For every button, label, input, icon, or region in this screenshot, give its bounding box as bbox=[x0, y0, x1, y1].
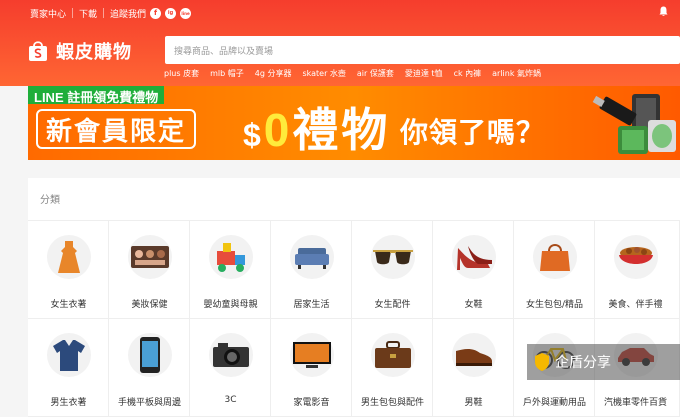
shield-icon bbox=[535, 353, 549, 371]
category-grid: 女生衣著 美妝保健 嬰幼童與母親 居家生活 女生配件 女鞋 女生包包/精品 美食… bbox=[28, 220, 680, 417]
line-icon[interactable]: line bbox=[180, 7, 192, 19]
gift-word: 禮物 bbox=[292, 104, 391, 156]
facebook-icon[interactable]: f bbox=[150, 7, 162, 19]
category-item[interactable]: 女鞋 bbox=[433, 221, 514, 319]
category-item[interactable]: 女生配件 bbox=[352, 221, 433, 319]
category-label: 女鞋 bbox=[464, 300, 483, 310]
category-label: 美妝保健 bbox=[131, 300, 168, 310]
new-member-badge: 新會員限定 bbox=[36, 109, 196, 149]
category-label: 居家生活 bbox=[293, 300, 330, 310]
search-placeholder: 搜尋商品、品牌以及賣場 bbox=[174, 46, 274, 57]
category-label: 手機平板與周邊 bbox=[117, 398, 181, 408]
hot-keyword[interactable]: arlink 氣炸鍋 bbox=[492, 68, 541, 79]
high-heel-icon bbox=[452, 235, 496, 279]
polo-shirt-icon bbox=[47, 333, 91, 377]
smartphone-icon bbox=[128, 333, 172, 377]
dress-icon bbox=[47, 235, 91, 279]
zero-dollar-gift-text: $0禮物 bbox=[243, 94, 390, 160]
category-item[interactable]: 美食、伴手禮 bbox=[595, 221, 680, 319]
promo-banner[interactable]: LINE 註冊領免費禮物 新會員限定 $0禮物 你領了嗎？ bbox=[28, 86, 680, 160]
category-label: 戶外與運動用品 bbox=[522, 398, 586, 408]
category-item[interactable]: 男鞋 bbox=[433, 319, 514, 417]
category-label: 女生包包/精品 bbox=[525, 300, 584, 310]
category-label: 女生衣著 bbox=[50, 300, 87, 310]
seller-center-link[interactable]: 賣家中心 bbox=[30, 7, 66, 20]
instagram-icon[interactable]: ig bbox=[165, 7, 177, 19]
briefcase-icon bbox=[371, 333, 415, 377]
category-label: 女生配件 bbox=[374, 300, 411, 310]
category-item[interactable]: 3C bbox=[190, 319, 271, 417]
download-link[interactable]: 下載 bbox=[79, 7, 97, 20]
category-label: 男鞋 bbox=[464, 398, 483, 408]
divider bbox=[72, 8, 74, 18]
header: 賣家中心 下載 追蹤我們 f ig line 蝦皮購物 搜尋商品、品牌以及賣場 … bbox=[0, 0, 680, 86]
logo-text: 蝦皮購物 bbox=[56, 42, 132, 63]
category-label: 汽機車零件百貨 bbox=[603, 398, 667, 408]
mens-shoe-icon bbox=[452, 333, 496, 377]
category-item[interactable]: 男生包包與配件 bbox=[352, 319, 433, 417]
category-title: 分類 bbox=[40, 195, 60, 206]
category-label: 美食、伴手禮 bbox=[608, 300, 663, 310]
banner-products-image bbox=[558, 86, 678, 160]
hot-keyword[interactable]: skater 水壺 bbox=[302, 68, 345, 79]
shopping-bag-icon bbox=[28, 40, 48, 62]
sofa-icon bbox=[290, 235, 334, 279]
category-item[interactable]: 居家生活 bbox=[271, 221, 352, 319]
category-label: 3C bbox=[224, 395, 237, 405]
dollar-sign: $ bbox=[243, 117, 264, 153]
banner-question: 你領了嗎？ bbox=[400, 116, 546, 149]
sunglasses-icon bbox=[371, 235, 415, 279]
category-item[interactable]: 美妝保健 bbox=[109, 221, 190, 319]
hot-keyword[interactable]: mlb 帽子 bbox=[210, 68, 244, 79]
camera-icon bbox=[209, 333, 253, 377]
category-item[interactable]: 手機平板與周邊 bbox=[109, 319, 190, 417]
hot-keyword[interactable]: ck 內褲 bbox=[454, 68, 482, 79]
toy-train-icon bbox=[209, 235, 253, 279]
category-card: 分類 女生衣著 美妝保健 嬰幼童與母親 居家生活 女生配件 女鞋 女生包包/精品… bbox=[28, 178, 680, 417]
shopee-logo[interactable]: 蝦皮購物 bbox=[28, 38, 132, 64]
category-item[interactable]: 嬰幼童與母親 bbox=[190, 221, 271, 319]
hot-keyword[interactable]: air 保護套 bbox=[357, 68, 394, 79]
hot-keyword[interactable]: 愛迪達 t恤 bbox=[405, 68, 443, 79]
category-item[interactable]: 男生衣著 bbox=[28, 319, 109, 417]
divider bbox=[103, 8, 105, 18]
category-item[interactable]: 女生衣著 bbox=[28, 221, 109, 319]
category-item[interactable]: 女生包包/精品 bbox=[514, 221, 595, 319]
category-item[interactable]: 家電影音 bbox=[271, 319, 352, 417]
line-signup-tag: LINE 註冊領免費禮物 bbox=[28, 86, 165, 105]
search-input[interactable]: 搜尋商品、品牌以及賣場 bbox=[165, 36, 680, 64]
category-label: 嬰幼童與母親 bbox=[203, 300, 258, 310]
tv-icon bbox=[290, 333, 334, 377]
notification-bell-icon[interactable] bbox=[659, 6, 668, 20]
top-bar: 賣家中心 下載 追蹤我們 f ig line bbox=[30, 6, 192, 20]
watermark-text: 企盾分享 bbox=[555, 355, 611, 371]
hot-keyword[interactable]: plus 皮套 bbox=[164, 68, 199, 79]
watermark: 企盾分享 bbox=[527, 344, 680, 380]
category-label: 家電影音 bbox=[293, 398, 330, 408]
hot-keyword[interactable]: 4g 分享器 bbox=[255, 68, 292, 79]
food-bowl-icon bbox=[614, 235, 658, 279]
hot-keywords: plus 皮套 mlb 帽子 4g 分享器 skater 水壺 air 保護套 … bbox=[164, 68, 541, 79]
zero-number: 0 bbox=[263, 104, 293, 156]
category-label: 男生包包與配件 bbox=[360, 398, 424, 408]
follow-us-label: 追蹤我們 bbox=[110, 9, 147, 20]
category-label: 男生衣著 bbox=[50, 398, 87, 408]
handbag-icon bbox=[533, 235, 577, 279]
makeup-palette-icon bbox=[128, 235, 172, 279]
